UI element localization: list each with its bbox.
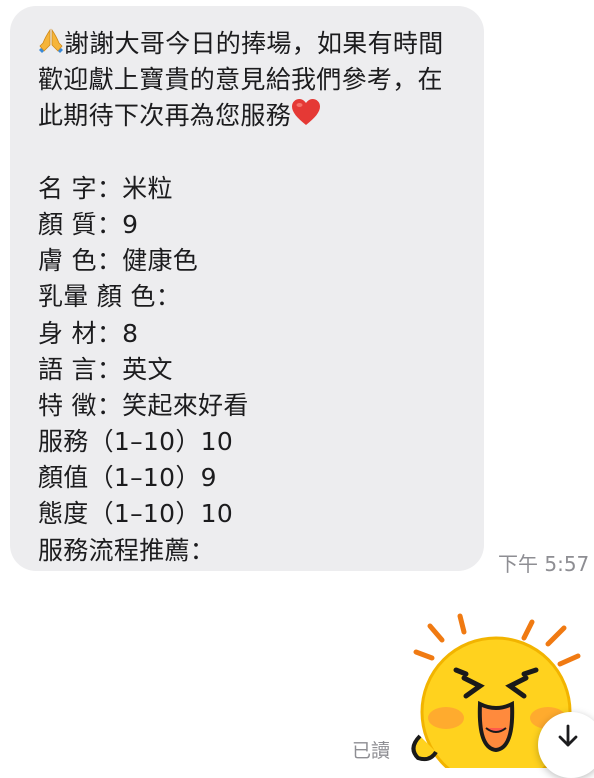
field-areola: 乳暈 顏 色：: [38, 282, 181, 312]
read-receipt: 已讀: [352, 740, 391, 762]
rating-attitude: 態度（1–10）10: [38, 499, 234, 529]
field-flow: 服務流程推薦：: [38, 535, 216, 565]
field-body: 身 材：8: [38, 318, 139, 348]
field-language: 語 言：英文: [38, 354, 173, 384]
message-line-1: 謝謝大哥今日的捧場，如果有時間: [38, 26, 466, 62]
field-looks: 顏 質：9: [38, 209, 139, 239]
scroll-to-bottom-button[interactable]: [538, 712, 594, 778]
folded-hands-icon: [38, 27, 64, 63]
field-name: 名 字：米粒: [38, 173, 173, 203]
message-text-1: 謝謝大哥今日的捧場，如果有時間: [64, 29, 444, 58]
message-text-3: 此期待下次再為您服務: [38, 101, 292, 131]
message-line-2: 歡迎獻上寶貴的意見給我們參考，在: [38, 65, 443, 95]
field-feature: 特 徵：笑起來好看: [38, 390, 249, 420]
rating-appearance: 顏值（1–10）9: [38, 463, 217, 493]
rating-service: 服務（1–10）10: [38, 427, 234, 457]
field-skin: 膚 色：健康色: [38, 246, 199, 276]
incoming-message-bubble[interactable]: 謝謝大哥今日的捧場，如果有時間 歡迎獻上寶貴的意見給我們參考，在 此期待下次再為…: [10, 6, 484, 571]
arrow-down-icon: [556, 723, 580, 753]
message-timestamp: 下午 5:57: [498, 552, 590, 576]
message-line-3: 此期待下次再為您服務: [38, 98, 466, 134]
red-heart-icon: [291, 98, 321, 136]
